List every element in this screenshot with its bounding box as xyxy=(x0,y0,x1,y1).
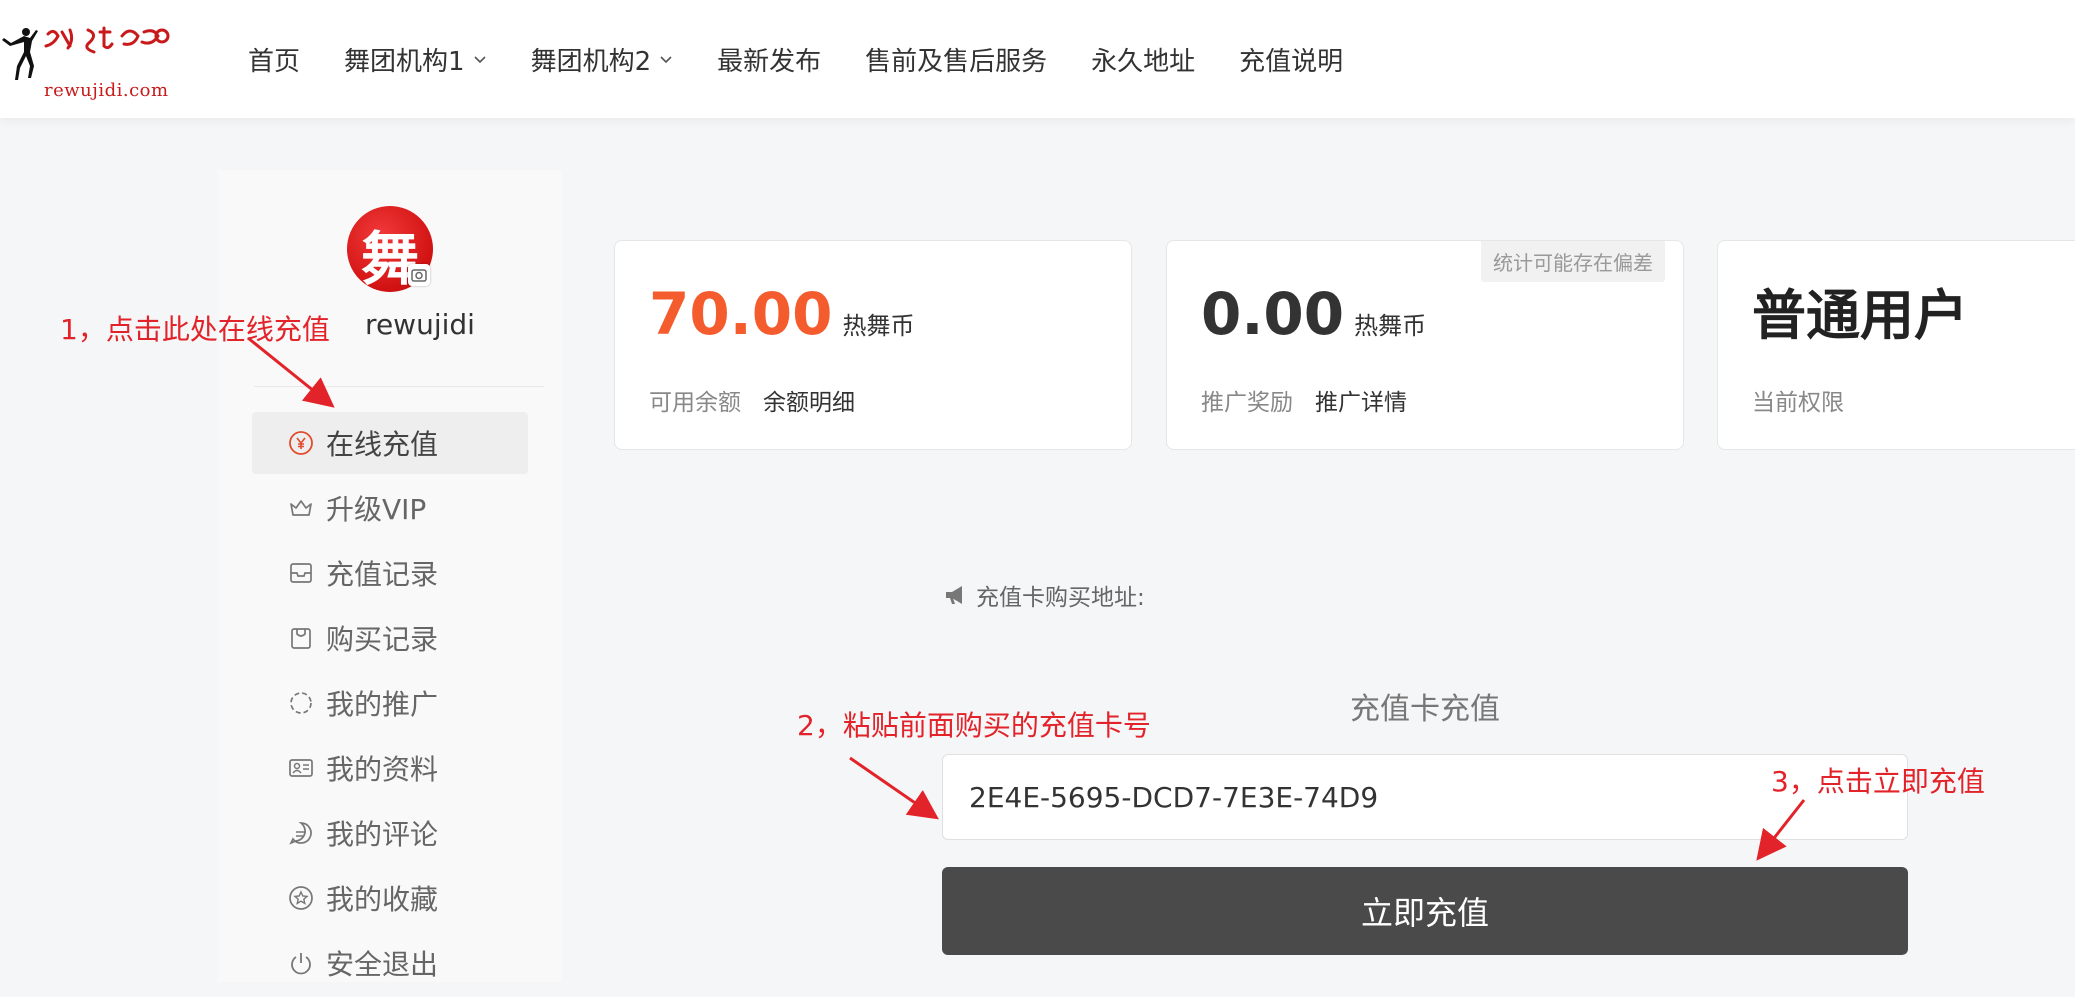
menu-logout[interactable]: 安全退出 xyxy=(252,932,528,994)
menu-label: 升级VIP xyxy=(326,493,427,526)
nav-label: 舞团机构1 xyxy=(344,46,465,77)
menu-purchase-records[interactable]: 购买记录 xyxy=(252,607,528,669)
loading-circle-icon xyxy=(290,692,312,714)
promotion-sub: 推广奖励 推广详情 xyxy=(1201,383,1407,417)
user-menu: 在线充值 升级VIP 充值记录 购买记录 我的推广 我的资料 我的评论 我的收藏… xyxy=(252,412,528,997)
role-label: 当前权限 xyxy=(1752,390,1844,416)
menu-my-favorites[interactable]: 我的收藏 xyxy=(252,867,528,929)
promotion-card: 统计可能存在偏差 0.00 热舞币 推广奖励 推广详情 xyxy=(1166,240,1684,450)
role-value: 普通用户 xyxy=(1752,284,1968,347)
menu-label: 我的资料 xyxy=(326,753,439,786)
card-number-input[interactable] xyxy=(942,754,1908,840)
main-nav: 首页 舞团机构1 舞团机构2 最新发布 售前及售后服务 永久地址 充值说明 xyxy=(248,0,1387,118)
balance-value-line: 70.00 热舞币 xyxy=(649,285,914,343)
menu-online-recharge[interactable]: 在线充值 xyxy=(252,412,528,474)
menu-label: 我的推广 xyxy=(326,688,439,721)
promotion-detail-link[interactable]: 推广详情 xyxy=(1315,390,1407,416)
menu-label: 在线充值 xyxy=(326,428,439,461)
balance-unit: 热舞币 xyxy=(842,312,915,340)
star-circle-icon xyxy=(289,886,313,910)
annotation-step-1: 1，点击此处在线充值 xyxy=(60,313,330,346)
power-icon xyxy=(291,953,311,975)
nav-dance-org-1[interactable]: 舞团机构1 xyxy=(344,41,487,78)
buy-address-label: 充值卡购买地址: xyxy=(976,585,1145,611)
comment-icon xyxy=(289,822,312,845)
inbox-icon xyxy=(290,563,312,583)
megaphone-icon xyxy=(946,586,962,604)
avatar-edit-icon[interactable] xyxy=(408,264,430,286)
divider xyxy=(254,386,544,387)
balance-label: 可用余额 xyxy=(649,390,741,416)
crown-icon xyxy=(290,500,312,516)
card-buy-address: 充值卡购买地址: xyxy=(944,578,1145,612)
nav-label: 充值说明 xyxy=(1239,46,1344,77)
nav-dance-org-2[interactable]: 舞团机构2 xyxy=(531,41,674,78)
nav-label: 最新发布 xyxy=(717,46,822,77)
annotation-step-2: 2，粘贴前面购买的充值卡号 xyxy=(797,709,1151,742)
id-card-icon xyxy=(289,759,313,777)
menu-recharge-records[interactable]: 充值记录 xyxy=(252,542,528,604)
site-header: rewujidi.com 首页 舞团机构1 舞团机构2 最新发布 售前及售后服务… xyxy=(0,0,2075,118)
nav-service[interactable]: 售前及售后服务 xyxy=(865,41,1047,78)
promotion-unit: 热舞币 xyxy=(1354,312,1427,340)
user-sidebar: 舞 rewujidi 在线充值 升级VIP 充值记录 购买记录 我的推广 我的资… xyxy=(218,170,562,982)
promotion-label: 推广奖励 xyxy=(1201,390,1293,416)
role-card: 普通用户 当前权限 xyxy=(1717,240,2075,450)
menu-upgrade-vip[interactable]: 升级VIP xyxy=(252,477,528,539)
chevron-down-icon xyxy=(473,56,486,64)
nav-home[interactable]: 首页 xyxy=(248,41,300,78)
menu-my-profile[interactable]: 我的资料 xyxy=(252,737,528,799)
logo-text: rewujidi.com xyxy=(44,80,169,101)
menu-my-comments[interactable]: 我的评论 xyxy=(252,802,528,864)
menu-label: 我的收藏 xyxy=(326,883,439,916)
menu-label: 购买记录 xyxy=(326,623,439,656)
site-logo[interactable]: rewujidi.com xyxy=(0,22,180,101)
nav-latest[interactable]: 最新发布 xyxy=(717,41,821,78)
nav-label: 舞团机构2 xyxy=(530,46,652,77)
promotion-value: 0.00 xyxy=(1201,280,1345,348)
nav-recharge-guide[interactable]: 充值说明 xyxy=(1239,41,1343,78)
nav-label: 售前及售后服务 xyxy=(865,46,1048,77)
balance-sub: 可用余额 余额明细 xyxy=(649,383,855,417)
nav-label: 永久地址 xyxy=(1091,46,1196,77)
annotation-step-3: 3，点击立即充值 xyxy=(1771,765,1985,798)
bias-tag: 统计可能存在偏差 xyxy=(1481,241,1665,282)
nav-permanent-address[interactable]: 永久地址 xyxy=(1091,41,1195,78)
menu-label: 安全退出 xyxy=(326,948,439,981)
menu-my-promotion[interactable]: 我的推广 xyxy=(252,672,528,734)
yen-circle-icon xyxy=(289,431,313,455)
chevron-down-icon xyxy=(660,56,672,64)
recharge-now-button[interactable]: 立即充值 xyxy=(942,867,1908,955)
balance-value: 70.00 xyxy=(649,280,833,348)
shopping-bag-icon xyxy=(291,628,311,649)
nav-label: 首页 xyxy=(248,46,301,77)
balance-card: 70.00 热舞币 可用余额 余额明细 xyxy=(614,240,1132,450)
balance-detail-link[interactable]: 余额明细 xyxy=(763,390,855,416)
menu-label: 我的评论 xyxy=(326,818,439,851)
menu-label: 充值记录 xyxy=(326,558,439,591)
promotion-value-line: 0.00 热舞币 xyxy=(1201,285,1426,343)
arrow-step-2 xyxy=(849,756,939,820)
